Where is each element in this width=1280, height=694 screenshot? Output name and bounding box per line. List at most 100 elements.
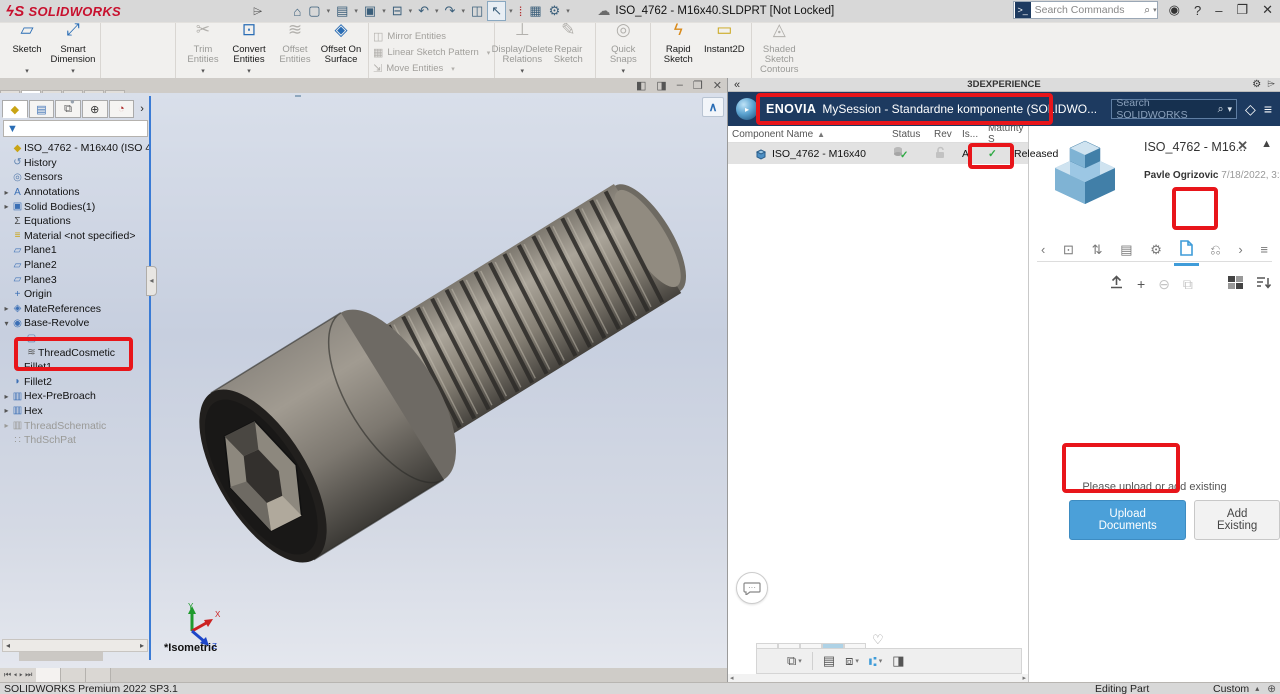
- tree-item[interactable]: ≡ Material <not specified>: [2, 229, 151, 244]
- tabs-scroll-right-icon[interactable]: ›: [1234, 240, 1246, 259]
- document-view-tab[interactable]: [36, 668, 61, 682]
- scroll-right-arrow[interactable]: ▸: [137, 641, 147, 650]
- rapid-sketch-button[interactable]: ϟ Rapid Sketch: [655, 25, 701, 77]
- sketch-entity-tool[interactable]: [149, 60, 171, 77]
- tree-item[interactable]: ↺ History: [2, 156, 151, 171]
- comments-tab-icon[interactable]: ⊡: [1059, 240, 1078, 260]
- instant2d-button[interactable]: ▭ Instant2D: [701, 25, 747, 77]
- tree-item[interactable]: ▸ ▥ Hex: [2, 404, 151, 419]
- mirror-entities-button[interactable]: ◫ Mirror Entities: [373, 29, 490, 44]
- list-view-icon[interactable]: ▤: [823, 653, 835, 669]
- solidworks-search-box[interactable]: Search SOLIDWORKS ⌕ ▾: [1111, 99, 1237, 119]
- doc-restore-icon[interactable]: ❐: [693, 79, 703, 92]
- tree-item[interactable]: ▾ ◉ Base-Revolve: [2, 316, 151, 331]
- sketch-entity-tool[interactable]: [105, 60, 127, 77]
- units-dropdown-icon[interactable]: ▴: [1255, 684, 1259, 693]
- tree-flyout-collapse-tab[interactable]: ◂: [146, 266, 157, 296]
- move-entities-button[interactable]: ⇲ Move Entities▾: [373, 61, 490, 76]
- tab-nav-buttons[interactable]: ⏮ ◂ ▸ ⏭: [0, 668, 36, 682]
- scrollbar-thumb[interactable]: [19, 652, 103, 661]
- new-document-icon[interactable]: ▢: [305, 2, 323, 20]
- trim-entities-button[interactable]: ✂ Trim Entities▾: [180, 25, 226, 77]
- component-row[interactable]: ISO_4762 - M16x40 ✓ A: [728, 143, 1028, 164]
- pin-menu-icon[interactable]: ⌲: [253, 4, 262, 19]
- tree-item[interactable]: ◆ ISO_4762 - M16x40 (ISO 4762 - M16x40: [2, 141, 151, 156]
- help-icon[interactable]: ?: [1191, 3, 1204, 18]
- sketch-entity-tool[interactable]: [127, 26, 149, 43]
- viewport-layout-icon[interactable]: ◫: [468, 2, 486, 20]
- tree-view-icon[interactable]: ⑆▾: [869, 654, 882, 669]
- sketch-entity-tool[interactable]: [105, 26, 127, 43]
- sort-filter-icon[interactable]: [1256, 276, 1272, 293]
- tree-item[interactable]: ▸ ◈ MateReferences: [2, 302, 151, 317]
- tree-item[interactable]: + Origin: [2, 287, 151, 302]
- tree-item[interactable]: ∷ ThdSchPat: [2, 433, 151, 448]
- add-plus-icon[interactable]: +: [1137, 276, 1145, 292]
- left-panel-toggle-icon[interactable]: ◧: [636, 79, 646, 92]
- column-component-name[interactable]: Component Name▲: [732, 129, 892, 140]
- tree-item[interactable]: ▸ ▣ Solid Bodies(1): [2, 199, 151, 214]
- detail-close-icon[interactable]: ✕: [1237, 138, 1248, 154]
- tree-item[interactable]: ▱ Plane3: [2, 272, 151, 287]
- dx-scroll-right[interactable]: ▸: [1022, 674, 1026, 682]
- sketch-button[interactable]: ▱ Sketch▾: [4, 25, 50, 77]
- dimxpert-manager-tab[interactable]: ⊕: [82, 100, 108, 118]
- convert-entities-button[interactable]: ⊡ Convert Entities▾: [226, 25, 272, 77]
- redo-icon[interactable]: ↷: [442, 2, 459, 20]
- dx-scroll-left[interactable]: ◂: [730, 674, 734, 682]
- document-view-tab[interactable]: [61, 668, 86, 682]
- scroll-left-arrow[interactable]: ◂: [3, 641, 13, 650]
- offset-entities-button[interactable]: ≋ Offset Entities: [272, 25, 318, 77]
- documents-tab-icon[interactable]: [1176, 238, 1197, 261]
- detail-collapse-icon[interactable]: ▲: [1261, 138, 1272, 150]
- 3dexperience-compass-icon[interactable]: ▸: [736, 98, 758, 120]
- menu-item[interactable]: [233, 9, 251, 13]
- repair-sketch-button[interactable]: ✎ Repair Sketch: [545, 25, 591, 77]
- split-panel-view-icon[interactable]: ◨: [892, 653, 904, 669]
- tree-item[interactable]: ▱ Plane2: [2, 258, 151, 273]
- session-selector[interactable]: ENOVIA MySession - Standardne komponente…: [766, 102, 1101, 116]
- tree-item[interactable]: ▸ ▥ ThreadSchematic: [2, 418, 151, 433]
- tasks-tab-icon[interactable]: ▤: [1116, 240, 1136, 260]
- sketch-entity-tool[interactable]: [105, 43, 127, 60]
- panel-settings-gear-icon[interactable]: ⚙: [1252, 79, 1261, 90]
- collapse-all-icon[interactable]: ⧉▾: [787, 653, 802, 669]
- upload-documents-button[interactable]: Upload Documents: [1069, 500, 1186, 540]
- right-panel-toggle-icon[interactable]: ◨: [656, 79, 666, 92]
- messaging-bubble-button[interactable]: ···: [736, 572, 768, 604]
- attachments-tab-icon[interactable]: ⎌: [1206, 240, 1224, 260]
- quick-snaps-button[interactable]: ◎ Quick Snaps▾: [600, 25, 646, 77]
- user-avatar-icon[interactable]: ◉: [1166, 2, 1183, 18]
- traffic-light-icon[interactable]: ⁞: [516, 3, 526, 20]
- tree-item[interactable]: ≋ ThreadCosmetic: [2, 345, 151, 360]
- tree-item[interactable]: ▸ A Annotations: [2, 185, 151, 200]
- column-status[interactable]: Status: [892, 129, 934, 140]
- command-search[interactable]: >_ Search Commands ⌕ ▾: [1013, 1, 1158, 19]
- tree-item[interactable]: ◗ Fillet2: [2, 375, 151, 390]
- layout-toggle-icon[interactable]: [1228, 276, 1243, 292]
- property-manager-tab[interactable]: ▤: [29, 100, 55, 118]
- tree-item[interactable]: ▸ ▥ Hex-PreBroach: [2, 389, 151, 404]
- tree-item[interactable]: ▱ Plane1: [2, 243, 151, 258]
- hamburger-menu-icon[interactable]: ≡: [1264, 101, 1272, 117]
- tree-item[interactable]: ◎ Sensors: [2, 170, 151, 185]
- sketch-entity-tool[interactable]: [127, 60, 149, 77]
- tree-horizontal-scrollbar[interactable]: ◂ ▸: [2, 639, 148, 652]
- smart-dimension-button[interactable]: ⤢ Smart Dimension▾: [50, 25, 96, 77]
- column-rev[interactable]: Rev: [934, 129, 962, 140]
- tree-item[interactable]: ◗ Fillet1: [2, 360, 151, 375]
- panel-pin-icon[interactable]: ⌲: [1267, 79, 1275, 90]
- dx-horizontal-scrollbar[interactable]: ◂ ▸: [728, 674, 1028, 682]
- undo-icon[interactable]: ↶: [415, 2, 432, 20]
- sketch-entity-tool[interactable]: [149, 26, 171, 43]
- paste-icon[interactable]: ⧉: [1183, 276, 1193, 293]
- restore-button[interactable]: ❐: [1233, 2, 1251, 18]
- sketch-entity-tool[interactable]: [127, 43, 149, 60]
- dx-search-dropdown[interactable]: ▾: [1228, 104, 1233, 115]
- open-icon[interactable]: ▤: [333, 2, 351, 20]
- tabs-scroll-left-icon[interactable]: ‹: [1037, 240, 1049, 259]
- linear-sketch-pattern-button[interactable]: ▦ Linear Sketch Pattern▾: [373, 45, 490, 60]
- document-view-tab[interactable]: [86, 668, 111, 682]
- remove-icon[interactable]: ⊖: [1158, 276, 1170, 293]
- print-icon[interactable]: ⊟: [389, 2, 406, 20]
